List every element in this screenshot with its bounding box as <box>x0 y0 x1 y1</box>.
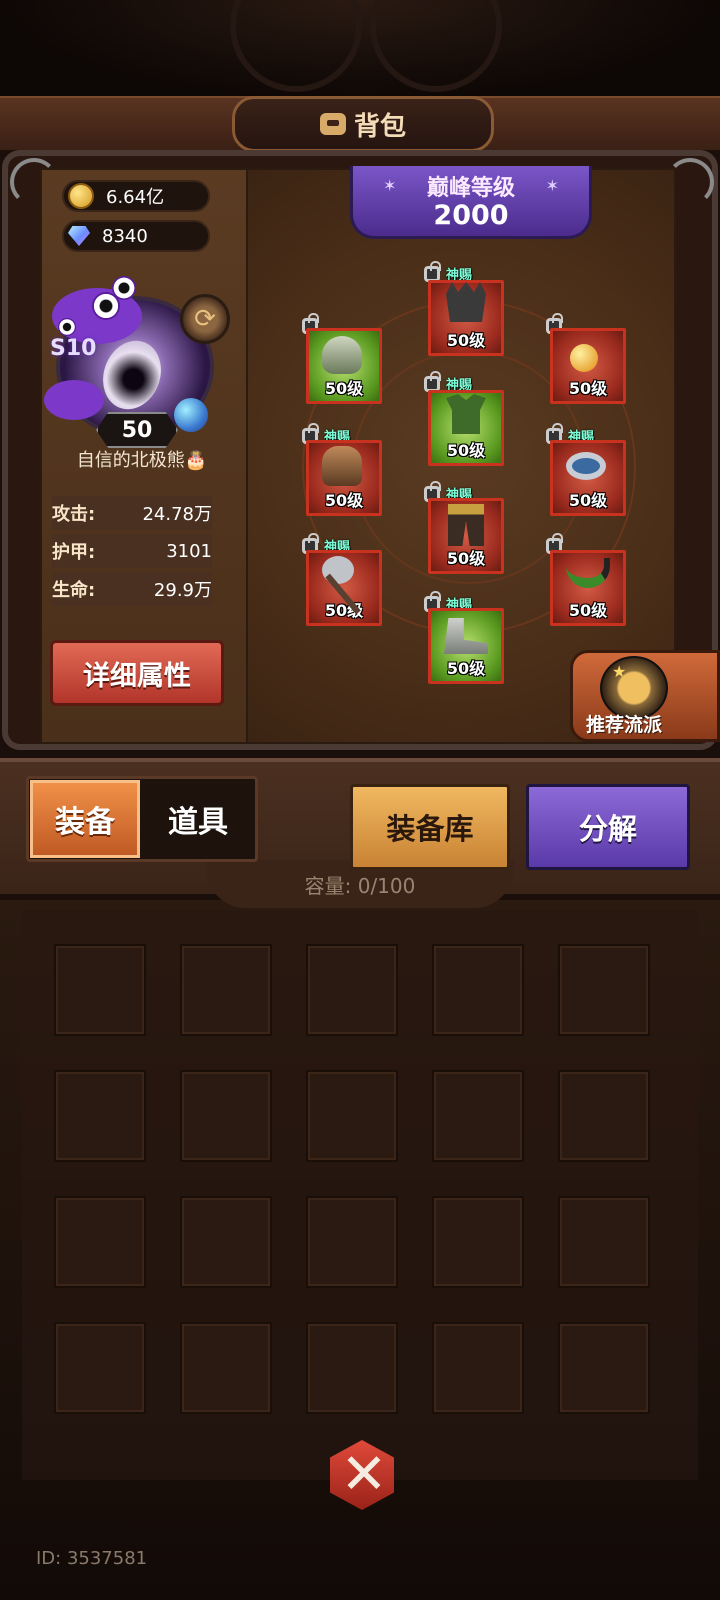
stat-label: 攻击: <box>52 504 96 525</box>
inventory-slot[interactable] <box>558 1322 650 1414</box>
diamond-amount: 8340 <box>102 225 148 247</box>
hero-level-badge: 50 <box>96 412 178 448</box>
inventory-slot[interactable] <box>558 1196 650 1288</box>
gold-currency: 6.64亿 <box>62 180 210 212</box>
inventory-slot[interactable] <box>54 944 146 1036</box>
page-title: 背包 <box>353 111 406 142</box>
gold-amount: 6.64亿 <box>106 187 165 208</box>
slot-level: 50级 <box>568 601 608 620</box>
chest-armor-icon <box>446 394 486 434</box>
inventory-slot[interactable] <box>432 1196 524 1288</box>
refresh-icon[interactable]: ⟳ <box>180 294 230 344</box>
inventory-slot[interactable] <box>54 1322 146 1414</box>
monster-eye-small <box>58 318 76 336</box>
tab-equipment[interactable]: 装备 <box>30 780 140 858</box>
inventory-slot[interactable] <box>54 1196 146 1288</box>
close-icon: ✕ <box>340 1442 388 1507</box>
stat-label: 护甲: <box>52 542 96 563</box>
slot-level: 50级 <box>446 441 486 460</box>
planet-icon <box>174 398 208 432</box>
equipment-warehouse-button[interactable]: 装备库 <box>350 784 510 870</box>
inventory-slot[interactable] <box>306 1196 398 1288</box>
inventory-slot[interactable] <box>432 1070 524 1162</box>
crown-helmet-icon <box>446 282 486 322</box>
slot-level: 50级 <box>446 549 486 568</box>
decompose-button[interactable]: 分解 <box>526 784 690 870</box>
peak-level-banner[interactable]: ✶ ✶ 巅峰等级 2000 <box>350 166 592 239</box>
stat-label: 生命: <box>52 580 96 601</box>
tab-items[interactable]: 道具 <box>142 780 254 858</box>
inventory-slot[interactable] <box>432 944 524 1036</box>
inventory-slot[interactable] <box>180 1070 272 1162</box>
stat-value: 29.9万 <box>153 580 212 601</box>
amulet-icon <box>570 344 598 372</box>
inventory-slot[interactable] <box>558 944 650 1036</box>
stat-armor: 护甲: 3101 <box>52 534 212 568</box>
inventory-slot[interactable] <box>306 944 398 1036</box>
recommend-build-label: 推荐流派 <box>586 714 663 736</box>
gold-coin-icon <box>68 183 94 209</box>
peak-level-value: 2000 <box>433 200 509 231</box>
inventory-slot[interactable] <box>432 1322 524 1414</box>
player-id: ID: 3537581 <box>36 1548 148 1569</box>
diamond-gem-icon <box>68 226 90 246</box>
bag-icon <box>319 113 346 135</box>
monster-tentacle <box>44 380 104 420</box>
detail-attributes-button[interactable]: 详细属性 <box>50 640 224 706</box>
inventory-slot[interactable] <box>180 1322 272 1414</box>
stat-value: 24.78万 <box>142 504 212 525</box>
monster-eye-small <box>112 276 136 300</box>
star-icon: ✶ <box>383 176 397 195</box>
title-plate: 背包 <box>232 96 494 152</box>
inventory-slot[interactable] <box>306 1070 398 1162</box>
slot-level: 50级 <box>324 491 364 510</box>
inventory-slot[interactable] <box>180 944 272 1036</box>
slot-level: 50级 <box>324 379 364 398</box>
season-label: S10 <box>50 336 97 361</box>
slot-level: 50级 <box>446 659 486 678</box>
inventory-slot[interactable] <box>306 1322 398 1414</box>
inventory-slot[interactable] <box>54 1070 146 1162</box>
slot-level: 50级 <box>568 379 608 398</box>
inventory-slot[interactable] <box>558 1070 650 1162</box>
slot-level: 50级 <box>446 331 486 350</box>
inventory-slot[interactable] <box>180 1196 272 1288</box>
ring-icon <box>566 452 606 480</box>
star-icon: ✶ <box>545 176 559 195</box>
player-name: 自信的北极熊🎂 <box>76 450 208 471</box>
shoulder-armor-icon <box>322 336 362 374</box>
capacity-label: 容量: 0/100 <box>304 874 416 898</box>
stat-health: 生命: 29.9万 <box>52 572 212 606</box>
star-icon: ★ <box>612 662 627 681</box>
diamond-currency: 8340 <box>62 220 210 252</box>
stat-value: 3101 <box>166 540 212 562</box>
slot-level: 50级 <box>568 491 608 510</box>
gauntlet-icon <box>322 446 362 486</box>
stat-attack: 攻击: 24.78万 <box>52 496 212 530</box>
